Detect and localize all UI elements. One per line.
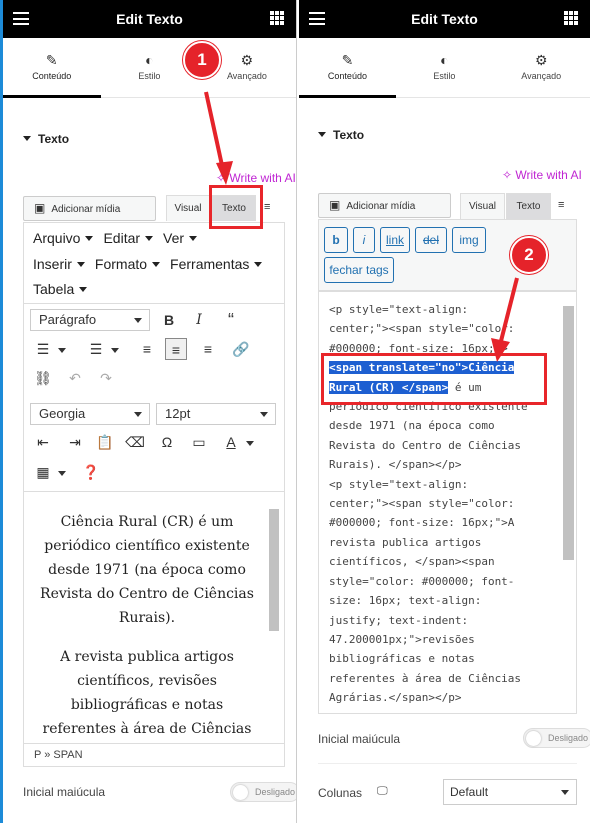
columns-label: Colunas <box>318 786 363 800</box>
right-panel: Edit Texto ✎ Conteúdo ◐ Estilo ⚙ Avançado T… <box>299 0 590 823</box>
desktop-icon[interactable]: 🖵 <box>377 785 388 798</box>
toggle-label: Inicial maiúcula <box>318 732 401 746</box>
divider <box>318 763 577 764</box>
left-panel: Edit Texto ✎ Conteúdo ◐ Estilo ⚙ Avançado T… <box>0 0 297 823</box>
arrow-1 <box>204 91 233 185</box>
columns-select[interactable]: Default <box>443 779 577 805</box>
arrow-2 <box>491 277 519 362</box>
dropcap-toggle[interactable]: Desligado <box>523 728 590 748</box>
